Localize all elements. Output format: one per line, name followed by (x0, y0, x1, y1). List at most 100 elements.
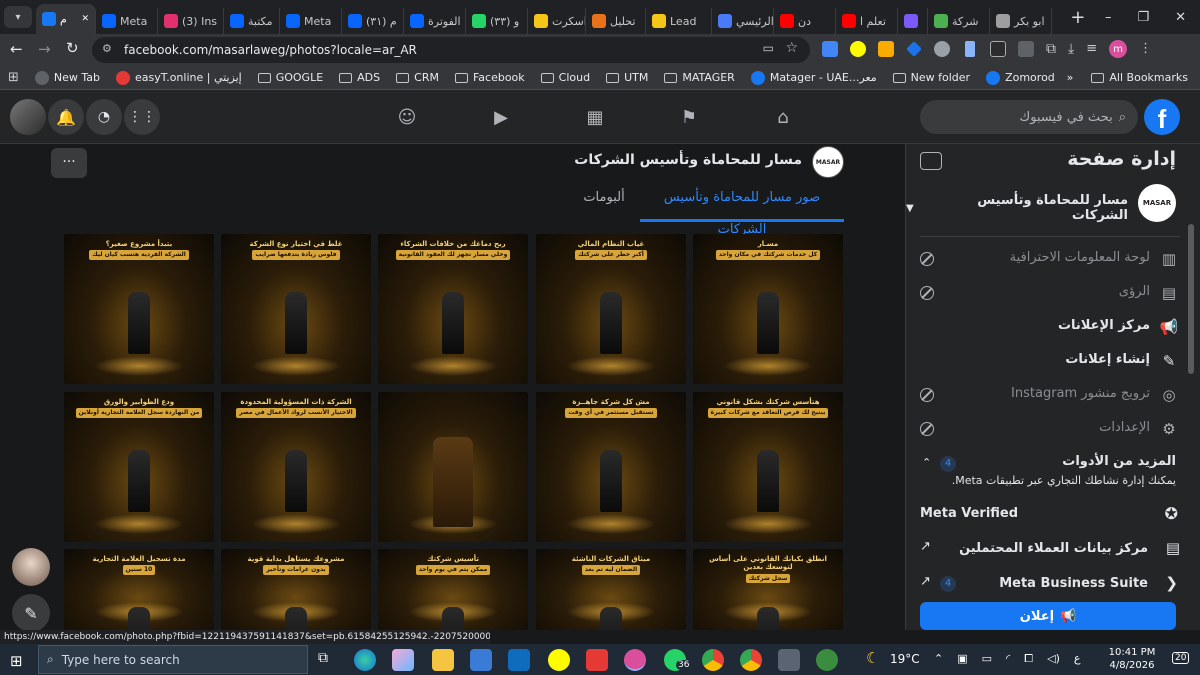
chrome-taskbar-icon[interactable] (702, 649, 724, 671)
tool-leads-center[interactable]: ↗ مركز بيانات العملاء المحتملين ▤ (906, 537, 1200, 565)
nav-flag[interactable]: ⚑ (676, 104, 702, 130)
tab-search-button[interactable]: ▾ (4, 6, 32, 28)
download-icon[interactable]: ⤓ (1068, 41, 1074, 58)
bookmark-item[interactable]: Zomorod ...التسوق ع (978, 70, 1057, 85)
tool-business-suite[interactable]: ↗ 4 Meta Business Suite ❯ (906, 572, 1200, 600)
new-message-button[interactable]: ✎ (12, 594, 50, 632)
forward-icon[interactable]: → (38, 40, 51, 58)
browser-tab[interactable]: ابو بكر (990, 8, 1052, 34)
bookmark-item[interactable]: New Tab (27, 70, 108, 85)
input-language[interactable]: ع (1074, 652, 1081, 666)
photo-thumbnail[interactable] (378, 392, 528, 542)
minimize-icon[interactable]: – (1105, 10, 1112, 25)
profile-avatar[interactable]: m (1109, 40, 1128, 58)
browser-tab[interactable]: تحليل (586, 8, 646, 34)
chrome-profile-e-taskbar-icon[interactable] (816, 649, 838, 671)
notifications-button[interactable]: 🔔 (48, 99, 84, 135)
messenger-button[interactable]: ◔ (86, 99, 122, 135)
bookmark-star-icon[interactable]: ☆ (785, 40, 798, 56)
weather-temp[interactable]: 19°C (890, 652, 920, 666)
bookmark-item[interactable]: CRM (388, 71, 447, 84)
photo-thumbnail[interactable]: مشروعك يستاهل بداية قوية بدون غرامات وتأخ… (221, 549, 371, 630)
nav-dashboard[interactable]: ▦ (582, 104, 608, 130)
sidebar-page-avatar[interactable]: MASAR (1138, 184, 1176, 222)
account-avatar[interactable] (10, 99, 46, 135)
clock[interactable]: 10:41 PM 4/8/2026 (1108, 646, 1156, 672)
wifi-icon[interactable]: ◜ (1006, 652, 1010, 666)
bookmark-item[interactable]: New folder (885, 71, 978, 84)
bookmark-item[interactable]: ADS (331, 71, 388, 84)
photo-thumbnail[interactable]: غياب النظام المالي أكبر خطر على شركتك (536, 234, 686, 384)
facebook-logo[interactable]: f (1144, 99, 1180, 135)
snapchat-extension-icon[interactable] (850, 41, 866, 57)
bookmark-item[interactable]: GOOGLE (250, 71, 331, 84)
bookmark-item[interactable]: UTM (598, 71, 656, 84)
extension-icon-6[interactable] (965, 41, 975, 57)
browser-tab[interactable]: (٣٣) و (466, 8, 528, 34)
photo-thumbnail[interactable]: غلط في اختيار نوع الشركة فلوس زيادة بتدفع… (221, 234, 371, 384)
display-icon[interactable]: ⧠ (1024, 652, 1033, 666)
browser-tab[interactable]: م ✕ (36, 4, 96, 34)
extensions-puzzle-icon[interactable]: ⧉ (1046, 41, 1056, 58)
explorer-taskbar-icon[interactable] (432, 649, 454, 671)
menu-button[interactable]: ⋮⋮ (124, 99, 160, 135)
media-control-icon[interactable]: ≡ (1086, 41, 1097, 58)
page-switcher[interactable]: مسار للمحاماة وتأسيس الشركات ▼ (906, 193, 1128, 223)
ad-button[interactable]: إعلان 📢 (920, 602, 1176, 630)
browser-tab[interactable]: Lead (646, 8, 712, 34)
photo-thumbnail[interactable]: ربح دماغك من خلافات الشركاء وخلي مسار تجه… (378, 234, 528, 384)
sidebar-scrollbar[interactable] (1188, 224, 1194, 374)
browser-tab[interactable]: (٣١) م (342, 8, 404, 34)
task-view-icon[interactable]: ⧉ (318, 650, 328, 666)
all-bookmarks-button[interactable]: All Bookmarks (1083, 71, 1200, 84)
sidebar-item[interactable]: إنشاء إعلانات ✎ (906, 348, 1200, 374)
edge-taskbar-icon[interactable] (354, 649, 376, 671)
photo-thumbnail[interactable]: بتبدأ مشروع صغير؟ الشركة الفردية هتسب كيا… (64, 234, 214, 384)
photo-thumbnail[interactable]: ودع الطوابير والورق من النهاردة سجل العلا… (64, 392, 214, 542)
page-avatar[interactable]: MASAR (812, 146, 844, 178)
bookmark-item[interactable]: Cloud (533, 71, 598, 84)
browser-tab[interactable]: دن (774, 8, 836, 34)
browser-tab[interactable] (898, 8, 928, 34)
battery-icon[interactable]: ▭ (982, 652, 992, 666)
tab-albums[interactable]: ألبومات (568, 182, 640, 222)
extension-icon-5[interactable] (934, 41, 950, 57)
browser-tab[interactable]: الفوترة (404, 8, 466, 34)
photo-thumbnail[interactable]: انطلق بكيانك القانوني على أساس لتوسعك بع… (693, 549, 843, 630)
store-taskbar-icon[interactable] (470, 649, 492, 671)
browser-menu-icon[interactable]: ⋮ (1139, 41, 1152, 58)
nav-profile[interactable]: ☺ (394, 104, 420, 130)
photo-thumbnail[interactable]: تأسيس شركتك ممكن يتم في يوم واحد (378, 549, 528, 630)
extension-icon-7[interactable] (990, 41, 1006, 57)
close-tab-icon[interactable]: ✕ (81, 14, 89, 24)
bookmark-item[interactable]: Matager - UAE...معر (743, 70, 885, 85)
install-app-icon[interactable]: ▭ (763, 41, 774, 55)
more-tools-header[interactable]: ⌃ 4 المزيد من الأدوات يمكنك إدارة نشاطك … (906, 454, 1200, 496)
browser-tab[interactable]: اسكرت (528, 8, 586, 34)
site-info-icon[interactable]: ⚙ (102, 42, 112, 55)
sidebar-item[interactable]: مركز الإعلانات 📢 (906, 314, 1200, 340)
volume-icon[interactable]: ◁) (1047, 652, 1060, 666)
close-icon[interactable]: ✕ (1175, 10, 1186, 25)
photo-thumbnail[interactable]: هتأسس شركتك بشكل قانوني بيتيح لك فرص التع… (693, 392, 843, 542)
translate-extension-icon[interactable] (822, 41, 838, 57)
reload-icon[interactable]: ↻ (66, 39, 79, 57)
photo-thumbnail[interactable]: مش كل شركة جاهــزة تستقبل مستثمر في أي وق… (536, 392, 686, 542)
browser-tab[interactable]: Meta (280, 8, 342, 34)
notification-badge[interactable]: 20 (1172, 652, 1190, 664)
taskbar-search[interactable]: ⌕ Type here to search (38, 645, 308, 674)
chrome-profile-taskbar-icon[interactable] (624, 649, 646, 671)
nav-video[interactable]: ▶ (488, 104, 514, 130)
browser-tab[interactable]: مكتبة (224, 8, 280, 34)
bookmark-item[interactable]: MATAGER (656, 71, 742, 84)
photo-thumbnail[interactable]: الشركة ذات المسؤولية المحدودة الاختيار ال… (221, 392, 371, 542)
photo-thumbnail[interactable]: ميثاق الشركات الناشئة الضمان ليه تم بعد (536, 549, 686, 630)
photo-thumbnail[interactable]: مدة تسجيل العلامة التجارية 10 سنين (64, 549, 214, 630)
tab-photos-of-page[interactable]: صور مسار للمحاماة وتأسيس الشركات (640, 182, 844, 237)
outlook-taskbar-icon[interactable] (508, 649, 530, 671)
browser-tab[interactable]: تعلم ا (836, 8, 898, 34)
sidebar-toggle-button[interactable] (920, 152, 942, 170)
tray-chevron-icon[interactable]: ⌃ (934, 652, 943, 666)
nav-home[interactable]: ⌂ (770, 104, 796, 130)
chrome-taskbar-icon-2[interactable] (740, 649, 762, 671)
